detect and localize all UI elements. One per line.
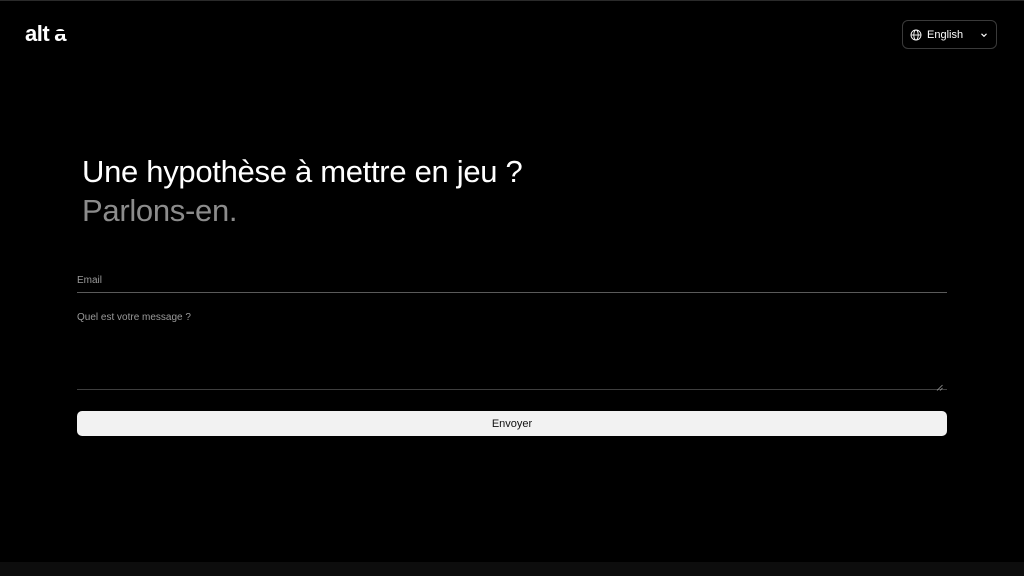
title-line-secondary: Parlons-en. [82,193,238,228]
globe-icon [910,29,922,41]
contact-page: alt a English Une hypothèse à mettre en … [0,0,1024,576]
resize-handle-icon[interactable] [936,378,943,391]
language-selected-label: English [927,28,964,41]
send-button[interactable]: Envoyer [77,411,947,436]
logo-mark: a [51,21,69,46]
brand-logo[interactable]: alt a [25,21,69,47]
page-title: Une hypothèse à mettre en jeu ? Parlons-… [82,152,523,230]
language-selector[interactable]: English [902,20,997,49]
message-field-wrapper [77,308,947,391]
message-textarea[interactable] [77,308,947,389]
footer-strip [0,562,1024,576]
email-field-wrapper [77,269,947,293]
title-line-primary: Une hypothèse à mettre en jeu ? [82,154,523,189]
logo-word: alt [25,21,50,46]
email-input[interactable] [77,269,947,292]
chevron-down-icon [980,31,988,39]
